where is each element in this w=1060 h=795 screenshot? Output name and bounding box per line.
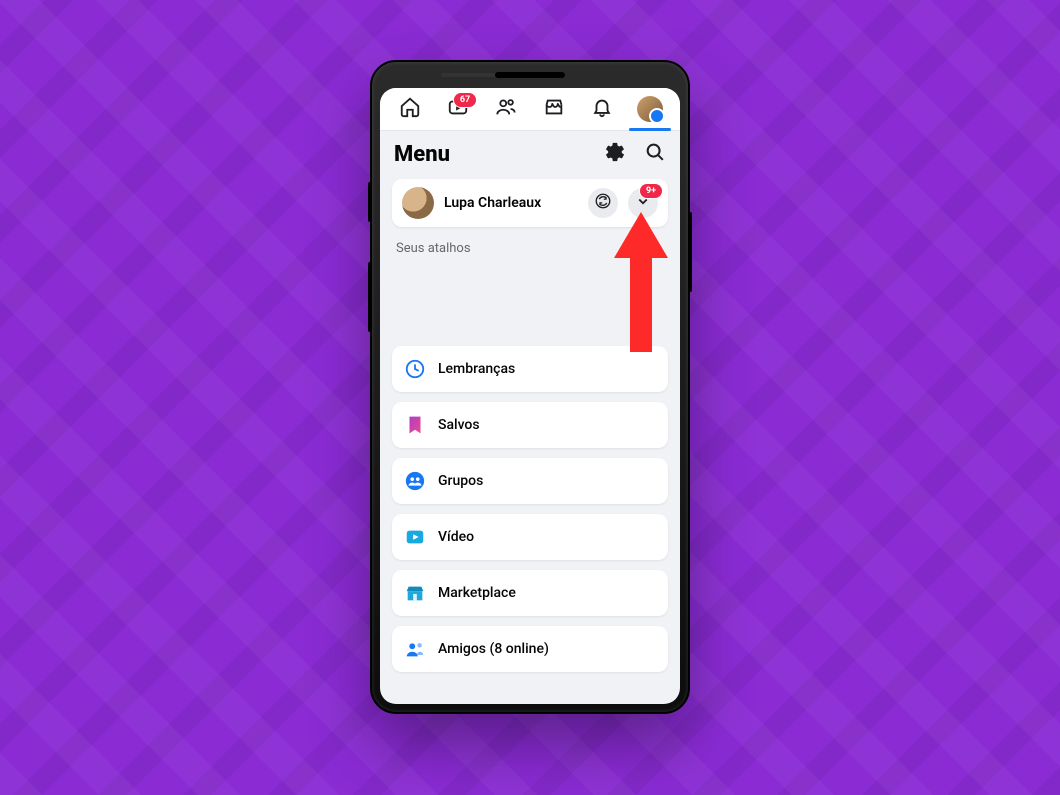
- search-icon: [644, 148, 666, 167]
- header-actions: [604, 141, 666, 167]
- friends-icon: [495, 96, 517, 122]
- menu-item-label: Salvos: [438, 417, 480, 433]
- menu-item-saved[interactable]: Salvos: [392, 402, 668, 448]
- tab-marketplace[interactable]: [537, 92, 571, 126]
- tab-friends[interactable]: [489, 92, 523, 126]
- menu-item-marketplace[interactable]: Marketplace: [392, 570, 668, 616]
- home-icon: [399, 96, 421, 122]
- profile-switch-button[interactable]: [588, 188, 618, 218]
- store-icon: [404, 582, 426, 604]
- top-nav: 67: [380, 88, 680, 131]
- profile-expand-button[interactable]: 9+: [628, 188, 658, 218]
- phone-side-button: [368, 182, 372, 222]
- phone-side-button: [688, 212, 692, 292]
- settings-button[interactable]: [604, 141, 626, 167]
- profile-name: Lupa Charleaux: [444, 195, 578, 211]
- profile-expand-badge: 9+: [639, 183, 663, 199]
- menu-item-memories[interactable]: Lembranças: [392, 346, 668, 392]
- shortcuts-label: Seus atalhos: [380, 237, 680, 260]
- menu-item-label: Vídeo: [438, 529, 474, 545]
- profile-avatar: [402, 187, 434, 219]
- menu-header: Menu: [380, 131, 680, 175]
- menu-item-label: Amigos (8 online): [438, 641, 549, 657]
- clock-icon: [404, 358, 426, 380]
- page-title: Menu: [394, 142, 450, 167]
- watch-badge: 67: [453, 92, 477, 108]
- tab-menu[interactable]: [633, 92, 667, 126]
- shortcuts-area: [380, 260, 680, 346]
- menu-item-label: Grupos: [438, 473, 483, 489]
- search-button[interactable]: [644, 141, 666, 167]
- groups-icon: [404, 470, 426, 492]
- bell-icon: [591, 96, 613, 122]
- tab-watch[interactable]: 67: [441, 92, 475, 126]
- bookmark-icon: [404, 414, 426, 436]
- tab-notifications[interactable]: [585, 92, 619, 126]
- people-icon: [404, 638, 426, 660]
- switch-account-icon: [594, 192, 612, 214]
- profile-card[interactable]: Lupa Charleaux 9+: [392, 179, 668, 227]
- phone-screen: 67: [380, 88, 680, 704]
- phone-frame: 67: [370, 60, 690, 714]
- avatar-icon: [637, 96, 663, 122]
- menu-list: Lembranças Salvos Grupos: [380, 346, 680, 684]
- menu-item-friends[interactable]: Amigos (8 online): [392, 626, 668, 672]
- phone-side-button: [368, 262, 372, 332]
- gear-icon: [604, 148, 626, 167]
- tab-home[interactable]: [393, 92, 427, 126]
- marketplace-icon: [543, 96, 565, 122]
- menu-item-label: Marketplace: [438, 585, 516, 601]
- menu-item-groups[interactable]: Grupos: [392, 458, 668, 504]
- menu-item-label: Lembranças: [438, 361, 515, 377]
- menu-item-video[interactable]: Vídeo: [392, 514, 668, 560]
- video-icon: [404, 526, 426, 548]
